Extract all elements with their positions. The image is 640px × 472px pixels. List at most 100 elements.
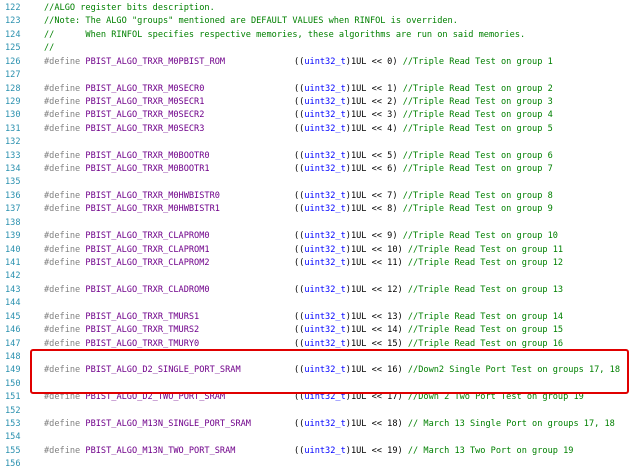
expr-open: (( xyxy=(294,190,305,201)
expr-value: )1UL << 3) xyxy=(345,110,398,121)
type-name: uint32_t xyxy=(304,231,346,242)
line-number: 132 xyxy=(5,137,21,148)
line-number: 149 xyxy=(5,365,21,376)
type-name: uint32_t xyxy=(304,83,346,94)
type-name: uint32_t xyxy=(304,123,346,134)
line-number: 124 xyxy=(5,29,21,40)
type-name: uint32_t xyxy=(304,164,346,175)
macro-name: PBIST_ALGO_TRXR_M0SECR3 xyxy=(85,123,205,134)
macro-name: PBIST_ALGO_TRXR_M0SECR0 xyxy=(85,83,205,94)
macro-name: PBIST_ALGO_TRXR_M0SECR1 xyxy=(85,96,205,107)
type-name: uint32_t xyxy=(304,325,346,336)
type-name: uint32_t xyxy=(304,204,346,215)
define-statement: #define PBIST_ALGO_M13N_SINGLE_PORT_SRAM xyxy=(44,418,251,431)
type-name: uint32_t xyxy=(304,338,346,349)
type-name: uint32_t xyxy=(304,96,346,107)
trailing-comment: //Triple Read Test on group 1 xyxy=(402,56,553,67)
macro-value: ((uint32_t)1UL << 5) //Triple Read Test … xyxy=(294,150,553,163)
expr-value: )1UL << 8) xyxy=(345,204,398,215)
macro-name: PBIST_ALGO_TRXR_M0HWBISTR0 xyxy=(85,190,220,201)
expr-value: )1UL << 18) xyxy=(345,419,403,430)
line-number: 143 xyxy=(5,284,21,295)
define-statement: #define PBIST_ALGO_TRXR_M0SECR3 xyxy=(44,123,204,136)
macro-value: ((uint32_t)1UL << 13) //Triple Read Test… xyxy=(294,311,563,324)
macro-value: ((uint32_t)1UL << 0) //Triple Read Test … xyxy=(294,56,553,69)
trailing-comment: //Triple Read Test on group 12 xyxy=(407,257,564,268)
define-keyword: #define xyxy=(44,96,81,107)
code-comment: //Note: The ALGO "groups" mentioned are … xyxy=(44,16,458,27)
type-name: uint32_t xyxy=(304,311,346,322)
line-number: 140 xyxy=(5,244,21,255)
expr-open: (( xyxy=(294,204,305,215)
code-comment: //ALGO register bits description. xyxy=(44,3,215,13)
line-number: 138 xyxy=(5,217,21,228)
expr-value: )1UL << 13) xyxy=(345,311,403,322)
define-statement: #define PBIST_ALGO_M13N_TWO_PORT_SRAM xyxy=(44,445,235,458)
trailing-comment: //Triple Read Test on group 16 xyxy=(407,338,564,349)
type-name: uint32_t xyxy=(304,110,346,121)
define-statement: #define PBIST_ALGO_TRXR_TMURS2 xyxy=(44,324,199,337)
trailing-comment: //Triple Read Test on group 2 xyxy=(402,83,553,94)
type-name: uint32_t xyxy=(304,190,346,201)
line-number: 133 xyxy=(5,150,21,161)
trailing-comment: //Triple Read Test on group 11 xyxy=(407,244,564,255)
expr-value: )1UL << 1) xyxy=(345,83,398,94)
define-statement: #define PBIST_ALGO_TRXR_CLAPROM0 xyxy=(44,230,210,243)
line-number: 139 xyxy=(5,231,21,242)
macro-name: PBIST_ALGO_TRXR_M0SECR2 xyxy=(85,110,205,121)
trailing-comment: //Triple Read Test on group 8 xyxy=(402,190,553,201)
macro-name: PBIST_ALGO_TRXR_CLAPROM2 xyxy=(85,257,210,268)
define-statement: #define PBIST_ALGO_TRXR_CLADROM0 xyxy=(44,284,210,297)
expr-value: )1UL << 15) xyxy=(345,338,403,349)
expr-open: (( xyxy=(294,284,305,295)
line-number: 123 xyxy=(5,16,21,27)
define-keyword: #define xyxy=(44,311,81,322)
macro-name: PBIST_ALGO_TRXR_CLAPROM1 xyxy=(85,244,210,255)
line-number: 130 xyxy=(5,110,21,121)
define-keyword: #define xyxy=(44,123,81,134)
line-number: 129 xyxy=(5,96,21,107)
define-keyword: #define xyxy=(44,150,81,161)
line-number: 141 xyxy=(5,257,21,268)
expr-open: (( xyxy=(294,123,305,134)
expr-open: (( xyxy=(294,56,305,67)
line-number: 122 xyxy=(5,3,21,13)
line-number: 144 xyxy=(5,298,21,309)
macro-name: PBIST_ALGO_TRXR_TMURS1 xyxy=(85,311,200,322)
define-keyword: #define xyxy=(44,419,81,430)
define-keyword: #define xyxy=(44,338,81,349)
type-name: uint32_t xyxy=(304,257,346,268)
define-statement: #define PBIST_ALGO_TRXR_M0HWBISTR1 xyxy=(44,203,220,216)
trailing-comment: //Triple Read Test on group 7 xyxy=(402,164,553,175)
type-name: uint32_t xyxy=(304,150,346,161)
macro-value: ((uint32_t)1UL << 8) //Triple Read Test … xyxy=(294,203,553,216)
expr-open: (( xyxy=(294,110,305,121)
define-statement: #define PBIST_ALGO_TRXR_CLAPROM2 xyxy=(44,257,210,270)
macro-value: ((uint32_t)1UL << 10) //Triple Read Test… xyxy=(294,244,563,257)
trailing-comment: // March 13 Two Port on group 19 xyxy=(407,446,574,456)
macro-name: PBIST_ALGO_TRXR_CLAPROM0 xyxy=(85,231,210,242)
define-statement: #define PBIST_ALGO_TRXR_M0BOOTR1 xyxy=(44,163,210,176)
macro-name: PBIST_ALGO_TRXR_M0BOOTR0 xyxy=(85,150,210,161)
expr-value: )1UL << 0) xyxy=(345,56,398,67)
line-number: 150 xyxy=(5,378,21,389)
line-number: 156 xyxy=(5,459,21,470)
macro-value: ((uint32_t)1UL << 18) // March 13 Single… xyxy=(294,418,615,431)
macro-name: PBIST_ALGO_TRXR_M0BOOTR1 xyxy=(85,164,210,175)
define-statement: #define PBIST_ALGO_TRXR_M0PBIST_ROM xyxy=(44,56,225,69)
trailing-comment: //Triple Read Test on group 4 xyxy=(402,110,553,121)
define-statement: #define PBIST_ALGO_TRXR_M0SECR2 xyxy=(44,109,204,122)
trailing-comment: //Triple Read Test on group 3 xyxy=(402,96,553,107)
expr-value: )1UL << 2) xyxy=(345,96,398,107)
expr-value: )1UL << 19) xyxy=(345,446,403,456)
expr-open: (( xyxy=(294,231,305,242)
line-number: 135 xyxy=(5,177,21,188)
line-number: 125 xyxy=(5,43,21,54)
expr-value: )1UL << 12) xyxy=(345,284,403,295)
macro-value: ((uint32_t)1UL << 12) //Triple Read Test… xyxy=(294,284,563,297)
macro-name: PBIST_ALGO_TRXR_M0HWBISTR1 xyxy=(85,204,220,215)
line-number: 145 xyxy=(5,311,21,322)
macro-value: ((uint32_t)1UL << 7) //Triple Read Test … xyxy=(294,190,553,203)
macro-name: PBIST_ALGO_M13N_TWO_PORT_SRAM xyxy=(85,446,236,456)
expr-value: )1UL << 7) xyxy=(345,190,398,201)
